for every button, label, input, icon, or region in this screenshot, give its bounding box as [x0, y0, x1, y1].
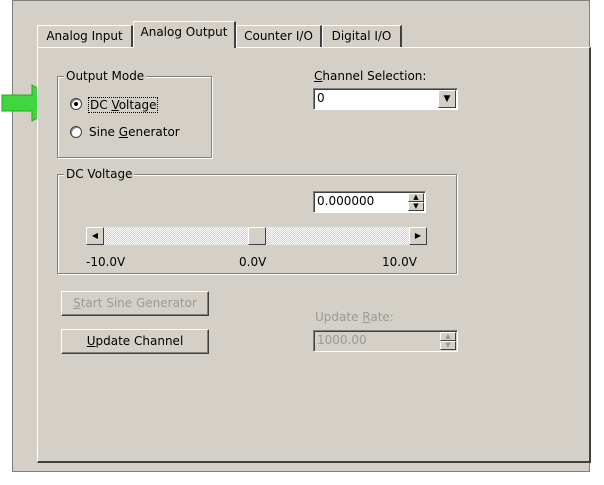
spin-up-button[interactable]: ▲ — [408, 193, 424, 202]
sine-generator-post: enerator — [128, 125, 180, 139]
dc-voltage-value: 0.000000 — [317, 194, 375, 208]
radio-selected-dot — [74, 102, 78, 106]
tab-digital-io-label: Digital I/O — [331, 29, 392, 43]
tab-analog-output-label: Analog Output — [140, 25, 228, 39]
tab-analog-input-label: Analog Input — [46, 29, 123, 43]
tab-digital-io[interactable]: Digital I/O — [322, 25, 402, 47]
spin-up-icon: ▲ — [413, 193, 419, 201]
channel-select-value: 0 — [317, 91, 325, 105]
spin-down-button[interactable]: ▼ — [408, 202, 424, 211]
slider-max-label: 10.0V — [382, 255, 417, 269]
sine-generator-pre: Sine — [89, 125, 119, 139]
slider-left-button[interactable]: ◀ — [86, 227, 104, 245]
dc-voltage-mnemonic: V — [111, 98, 119, 112]
sine-generator-radio[interactable] — [70, 126, 82, 138]
arrow-left-icon: ◀ — [91, 231, 99, 240]
dc-voltage-post: oltage — [118, 98, 157, 112]
update-rate-pre: Update — [315, 310, 363, 324]
chevron-down-icon: ▼ — [443, 93, 451, 104]
tab-analog-output[interactable]: Analog Output — [133, 21, 236, 48]
dialog-window: Analog Input Analog Output Counter I/O D… — [12, 0, 591, 472]
start-sine-mnemonic: S — [73, 296, 81, 310]
output-mode-group — [57, 76, 212, 158]
update-rate-spin-edit[interactable]: 1000.00 ▲ ▼ — [313, 330, 458, 352]
rate-spin-up-button[interactable]: ▲ — [440, 332, 456, 341]
start-sine-text: tart Sine Generator — [80, 296, 197, 310]
analog-output-panel: Output Mode DC Voltage Sine Generator Ch… — [37, 47, 591, 463]
slider-mid-label: 0.0V — [239, 255, 267, 269]
dc-voltage-radio-label[interactable]: DC Voltage — [88, 97, 159, 113]
channel-dropdown-button[interactable]: ▼ — [438, 90, 456, 108]
start-sine-generator-button[interactable]: Start Sine Generator — [61, 291, 209, 316]
slider-thumb[interactable] — [247, 227, 266, 245]
channel-selection-text: hannel Selection: — [322, 69, 427, 83]
spin-down-icon: ▼ — [445, 341, 451, 349]
update-channel-text: pdate Channel — [95, 334, 184, 348]
channel-selection-label: Channel Selection: — [314, 69, 426, 83]
dc-voltage-group-label: DC Voltage — [64, 167, 135, 181]
tab-counter-io-label: Counter I/O — [244, 29, 313, 43]
arrow-right-small-icon: ▶ — [414, 231, 422, 240]
update-channel-mnemonic: U — [86, 334, 96, 348]
output-mode-group-label: Output Mode — [64, 69, 147, 83]
tab-analog-input[interactable]: Analog Input — [37, 25, 133, 47]
slider-right-button[interactable]: ▶ — [409, 227, 427, 245]
spin-down-icon: ▼ — [413, 202, 419, 210]
sine-generator-mnemonic: G — [118, 125, 129, 139]
spin-up-icon: ▲ — [445, 332, 451, 340]
rate-spin-down-button[interactable]: ▼ — [440, 341, 456, 350]
sine-generator-radio-label[interactable]: Sine Generator — [89, 125, 180, 139]
tab-counter-io[interactable]: Counter I/O — [236, 25, 322, 47]
update-rate-post: ate: — [370, 310, 394, 324]
update-rate-label: Update Rate: — [315, 310, 394, 324]
update-rate-value: 1000.00 — [317, 333, 367, 347]
dc-voltage-pre: DC — [90, 98, 112, 112]
dc-voltage-spin-edit[interactable]: 0.000000 ▲ ▼ — [313, 191, 426, 213]
update-channel-button[interactable]: Update Channel — [61, 329, 209, 354]
channel-select[interactable]: 0 ▼ — [313, 88, 458, 110]
dc-voltage-radio[interactable] — [70, 98, 82, 110]
slider-min-label: -10.0V — [86, 255, 126, 269]
